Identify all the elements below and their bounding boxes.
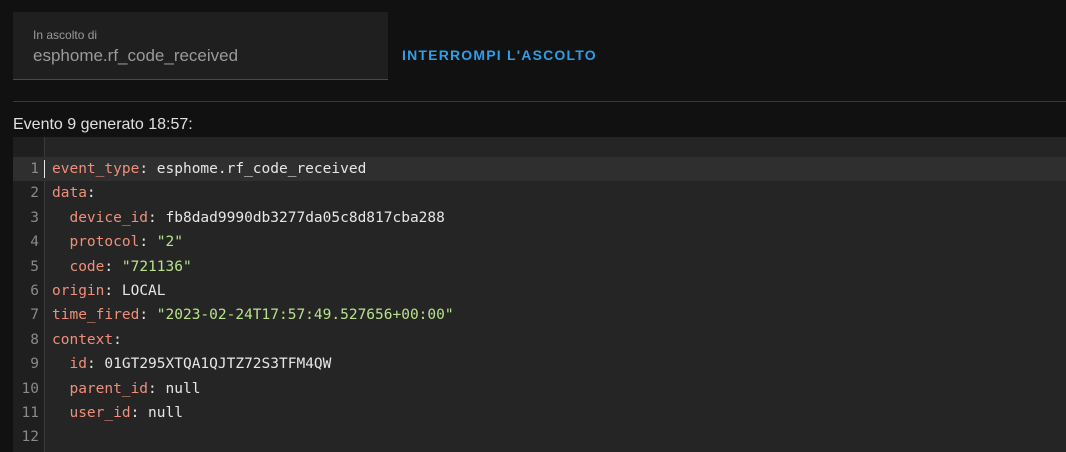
code-line-text: parent_id: null	[52, 377, 200, 401]
yaml-key: data	[52, 185, 87, 202]
developer-tools-events-page: In ascolto di esphome.rf_code_received I…	[0, 0, 1066, 452]
yaml-key: device_id	[69, 209, 149, 226]
code-line-text: time_fired: "2023-02-24T17:57:49.527656+…	[52, 303, 454, 327]
yaml-key: id	[69, 356, 87, 373]
listen-event-value: esphome.rf_code_received	[33, 46, 239, 65]
line-number: 9	[30, 356, 39, 373]
yaml-key: protocol	[69, 234, 140, 251]
listen-event-field[interactable]: In ascolto di esphome.rf_code_received	[13, 12, 388, 80]
yaml-key: user_id	[69, 404, 131, 421]
line-number: 11	[21, 404, 39, 421]
yaml-key: time_fired	[52, 307, 140, 324]
code-line: 11 user_id: null	[13, 401, 1066, 425]
code-line: 10 parent_id: null	[13, 377, 1066, 401]
code-line: 2 data:	[13, 181, 1066, 205]
yaml-colon: :	[86, 185, 96, 202]
yaml-colon: :	[148, 380, 157, 397]
yaml-value: null	[165, 380, 201, 397]
code-line: 1 event_type: esphome.rf_code_received	[13, 157, 1066, 182]
divider	[13, 101, 1066, 102]
line-number: 6	[30, 282, 39, 299]
yaml-value: "2"	[156, 234, 183, 251]
yaml-colon: :	[130, 404, 140, 421]
code-line-text: data:	[52, 181, 96, 205]
yaml-key: origin	[52, 282, 105, 299]
line-number: 12	[21, 429, 39, 446]
yaml-colon: :	[148, 209, 157, 226]
yaml-value: "721136"	[121, 258, 192, 275]
code-lines: 1 event_type: esphome.rf_code_received 2 da…	[13, 157, 1066, 450]
yaml-colon: :	[104, 282, 114, 299]
code-line: 12	[13, 425, 1066, 449]
yaml-key: context	[52, 331, 114, 348]
code-line: 5 code: "721136"	[13, 255, 1066, 279]
line-number: 5	[30, 258, 39, 275]
code-line-text: protocol: "2"	[52, 230, 183, 254]
yaml-key: parent_id	[69, 380, 149, 397]
yaml-colon: :	[139, 234, 149, 251]
code-line-text: device_id: fb8dad9990db3277da05c8d817cba…	[52, 206, 445, 230]
yaml-value: fb8dad9990db3277da05c8d817cba288	[165, 209, 445, 226]
code-line-text: id: 01GT295XTQA1QJTZ72S3TFM4QW	[52, 352, 331, 376]
text-cursor	[44, 160, 45, 178]
code-line-text: user_id: null	[52, 401, 183, 425]
code-line-text: code: "721136"	[52, 255, 192, 279]
line-number: 10	[21, 380, 39, 397]
code-line: 8 context:	[13, 328, 1066, 352]
code-line: 9 id: 01GT295XTQA1QJTZ72S3TFM4QW	[13, 352, 1066, 376]
yaml-colon: :	[104, 258, 114, 275]
code-line: 4 protocol: "2"	[13, 230, 1066, 254]
yaml-key: event_type	[52, 161, 140, 177]
line-number: 1	[30, 161, 39, 177]
yaml-value: 01GT295XTQA1QJTZ72S3TFM4QW	[104, 356, 332, 373]
code-line: 7 time_fired: "2023-02-24T17:57:49.527656…	[13, 303, 1066, 327]
line-number: 4	[30, 234, 39, 251]
yaml-key: code	[69, 258, 105, 275]
yaml-value: null	[148, 404, 183, 421]
event-heading: Evento 9 generato 18:57:	[13, 116, 193, 133]
yaml-colon: :	[139, 307, 149, 324]
code-line: 3 device_id: fb8dad9990db3277da05c8d817c…	[13, 206, 1066, 230]
line-number: 7	[30, 307, 39, 324]
event-yaml-editor[interactable]: 1 event_type: esphome.rf_code_received 2 da…	[13, 137, 1066, 452]
yaml-value: LOCAL	[121, 282, 166, 299]
line-number: 3	[30, 209, 39, 226]
yaml-colon: :	[86, 356, 96, 373]
code-line-text: origin: LOCAL	[52, 279, 166, 303]
yaml-colon: :	[113, 331, 122, 348]
code-line: 6 origin: LOCAL	[13, 279, 1066, 303]
line-number: 8	[30, 331, 39, 348]
line-number: 2	[30, 185, 39, 202]
code-line-text: context:	[52, 328, 122, 352]
code-line-text: event_type: esphome.rf_code_received	[52, 157, 366, 181]
listen-event-label: In ascolto di	[33, 28, 98, 42]
yaml-value: esphome.rf_code_received	[156, 161, 367, 177]
yaml-value: "2023-02-24T17:57:49.527656+00:00"	[156, 307, 454, 324]
yaml-colon: :	[139, 161, 149, 177]
stop-listening-button[interactable]: INTERROMPI L'ASCOLTO	[394, 40, 605, 70]
